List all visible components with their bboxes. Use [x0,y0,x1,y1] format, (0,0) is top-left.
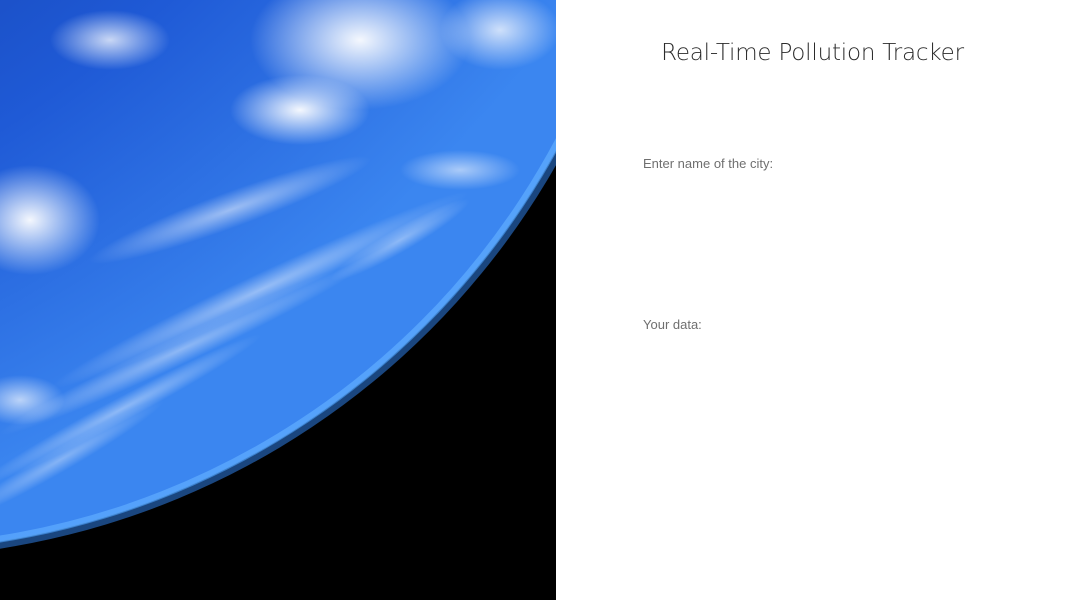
city-input-label: Enter name of the city: [643,156,774,171]
results-label: Your data: [643,317,702,332]
tracker-panel: Real-Time Pollution Tracker Enter name o… [556,0,1069,600]
earth-hero-image [0,0,556,600]
city-input[interactable] [643,178,973,206]
results-output [643,340,973,540]
earth-illustration [0,0,556,600]
page: Real-Time Pollution Tracker Enter name o… [0,0,1069,600]
page-title: Real-Time Pollution Tracker [661,40,964,66]
